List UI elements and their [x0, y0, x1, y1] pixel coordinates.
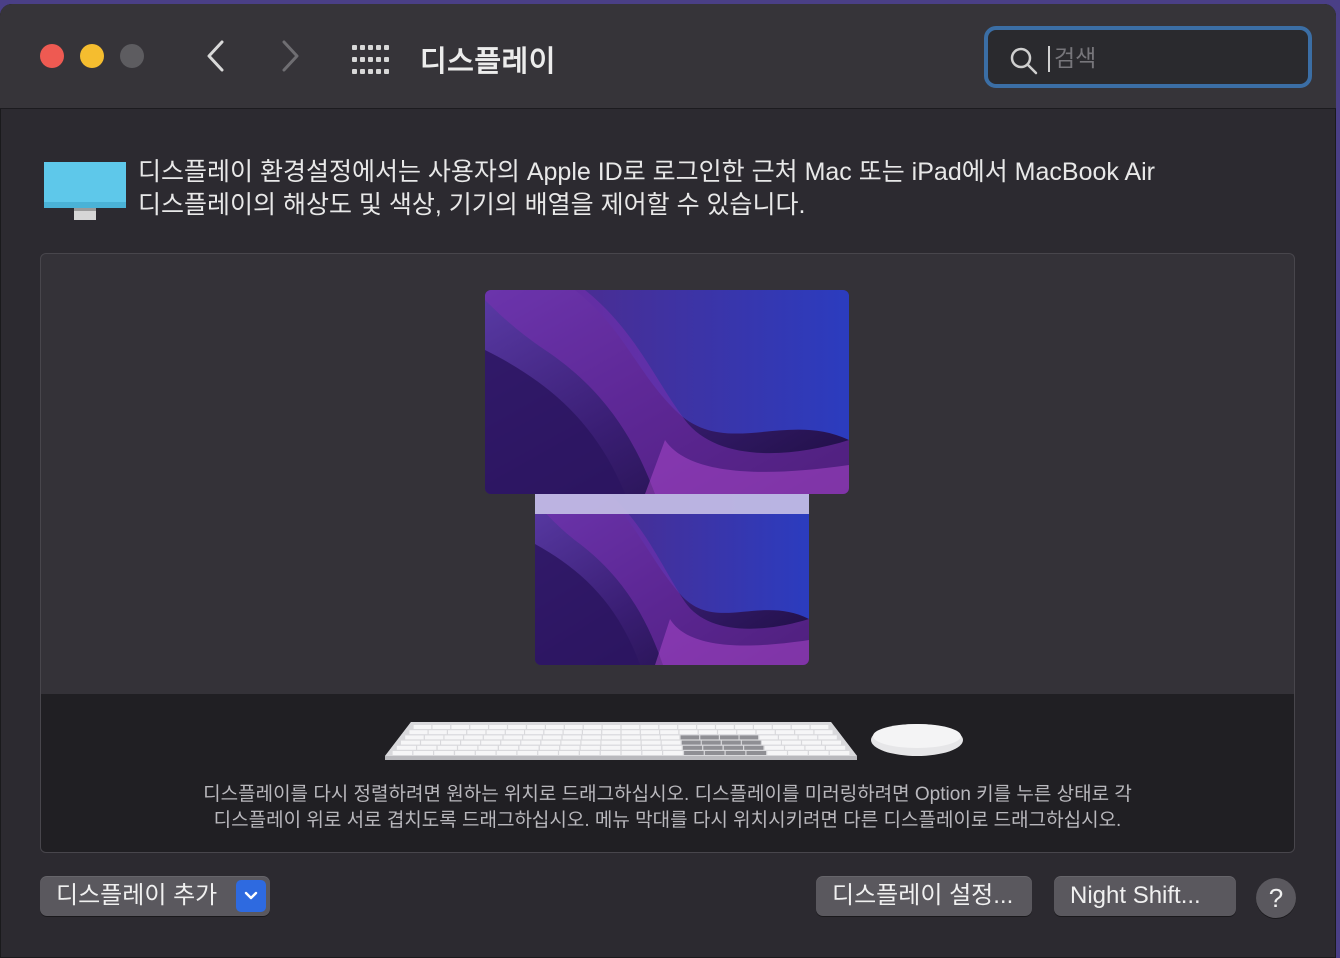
help-button[interactable]: ? [1256, 878, 1296, 918]
menu-bar-indicator[interactable] [535, 494, 809, 514]
info-line-1: 디스플레이 환경설정에서는 사용자의 Apple ID로 로그인한 근처 Mac… [138, 158, 1155, 186]
chevron-down-icon [244, 891, 258, 900]
info-description: 디스플레이 환경설정에서는 사용자의 Apple ID로 로그인한 근처 Mac… [138, 156, 1218, 222]
display-icon [44, 162, 126, 220]
main-display-thumbnail[interactable] [485, 290, 849, 494]
secondary-display-thumbnail[interactable] [535, 494, 809, 665]
forward-button[interactable] [270, 36, 310, 76]
text-caret [1048, 46, 1050, 72]
search-field[interactable] [984, 26, 1312, 88]
window-title: 디스플레이 [420, 46, 556, 78]
add-display-popup-button[interactable]: 디스플레이 추가 [40, 876, 270, 916]
minimize-button[interactable] [80, 44, 104, 68]
system-preferences-window: 디스플레이 디스플레이 환경설정에서는 사용자의 Apple ID로 로그인한 … [0, 4, 1336, 958]
help-line-1: 디스플레이를 다시 정렬하려면 원하는 위치로 드래그하십시오. 디스플레이를 … [203, 784, 1132, 805]
display-arrangement-area: 디스플레이를 다시 정렬하려면 원하는 위치로 드래그하십시오. 디스플레이를 … [40, 253, 1295, 853]
search-input[interactable] [1052, 40, 1296, 76]
keyboard-icon [385, 722, 857, 760]
back-chevron-icon [207, 40, 224, 72]
titlebar: 디스플레이 [0, 4, 1336, 109]
display-settings-button[interactable]: 디스플레이 설정... [816, 876, 1032, 916]
add-display-label: 디스플레이 추가 [56, 882, 218, 909]
back-button[interactable] [196, 36, 236, 76]
close-button[interactable] [40, 44, 64, 68]
night-shift-button[interactable]: Night Shift... [1054, 876, 1236, 916]
wallpaper-image [485, 290, 849, 494]
wallpaper-image [535, 494, 809, 665]
search-icon [1010, 47, 1038, 75]
popup-chevron [236, 880, 266, 912]
forward-chevron-icon [282, 40, 299, 72]
help-line-2: 디스플레이 위로 서로 겹치도록 드래그하십시오. 메뉴 막대를 다시 위치시키… [213, 810, 1122, 831]
show-all-grid-icon[interactable] [352, 41, 392, 75]
arrangement-help-text: 디스플레이를 다시 정렬하려면 원하는 위치로 드래그하십시오. 디스플레이를 … [41, 782, 1294, 834]
zoom-button[interactable] [120, 44, 144, 68]
info-line-2: 디스플레이의 해상도 및 색상, 기기의 배열을 제어할 수 있습니다. [138, 191, 806, 219]
mouse-icon [871, 724, 963, 756]
